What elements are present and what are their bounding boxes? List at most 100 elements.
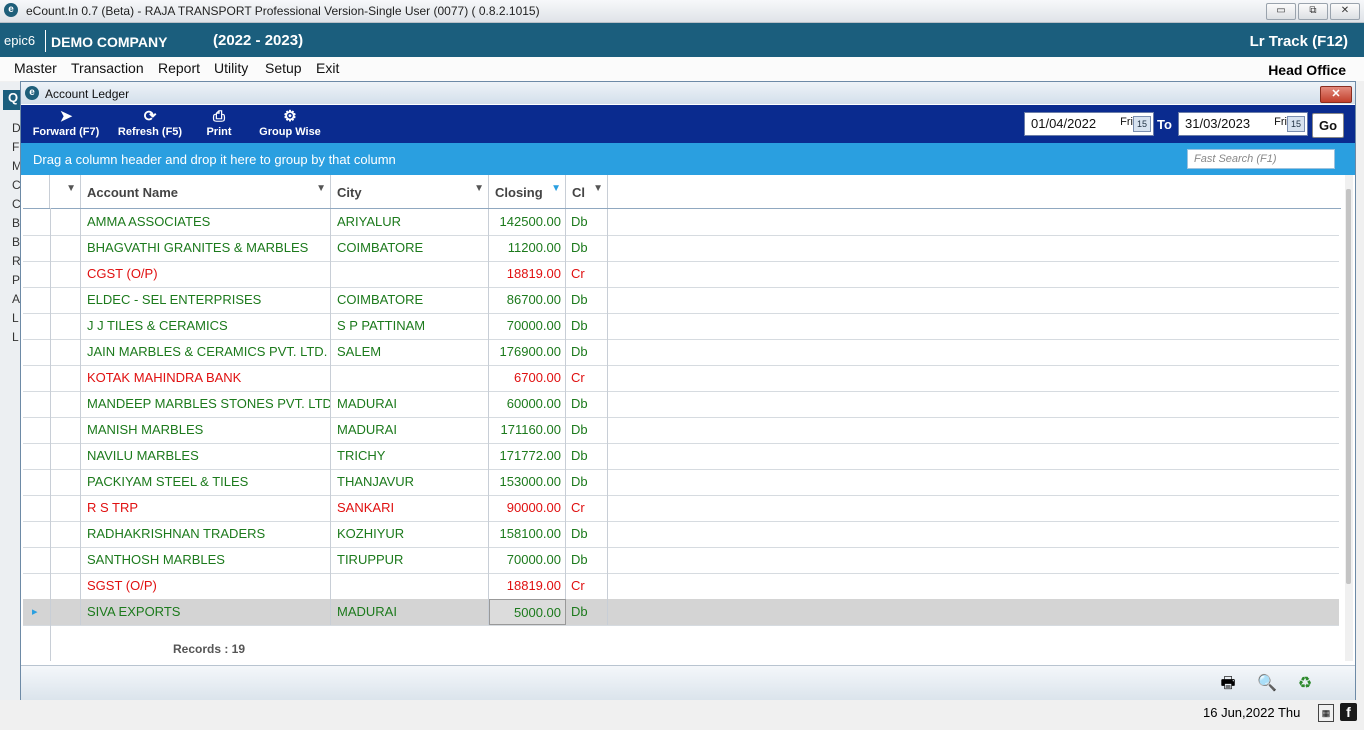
menu-setup[interactable]: Setup xyxy=(265,60,302,76)
grid-scrollbar[interactable] xyxy=(1345,175,1353,661)
menu-master[interactable]: Master xyxy=(14,60,57,76)
cell-cl[interactable]: Db xyxy=(566,235,608,261)
table-row[interactable]: BHAGVATHI GRANITES & MARBLES COIMBATORE 11… xyxy=(23,235,1339,262)
cell-city[interactable]: THANJAVUR xyxy=(331,469,489,495)
lr-track-link[interactable]: Lr Track (F12) xyxy=(1250,33,1348,50)
minimize-button[interactable]: ▭ xyxy=(1266,3,1296,20)
cell-city[interactable]: ARIYALUR xyxy=(331,209,489,235)
menu-exit[interactable]: Exit xyxy=(316,60,339,76)
cell-city[interactable]: S P PATTINAM xyxy=(331,313,489,339)
cell-city[interactable]: COIMBATORE xyxy=(331,287,489,313)
filter-icon[interactable]: ▼ xyxy=(593,183,603,194)
cell-city[interactable]: TIRUPPUR xyxy=(331,547,489,573)
cell-cl[interactable]: Db xyxy=(566,469,608,495)
cell-name[interactable]: R S TRP xyxy=(81,495,331,521)
filter-icon[interactable]: ▼ xyxy=(66,183,76,194)
cell-name[interactable]: KOTAK MAHINDRA BANK xyxy=(81,365,331,391)
refresh-button[interactable]: ⟳ Refresh (F5) xyxy=(115,108,185,138)
fast-search-input[interactable]: Fast Search (F1) xyxy=(1187,149,1335,169)
cell-name[interactable]: NAVILU MARBLES xyxy=(81,443,331,469)
calendar-icon[interactable]: 15 xyxy=(1287,116,1305,132)
left-item[interactable]: B xyxy=(12,216,20,230)
cell-name[interactable]: AMMA ASSOCIATES xyxy=(81,209,331,235)
table-row[interactable]: AMMA ASSOCIATES ARIYALUR 142500.00 Db xyxy=(23,209,1339,236)
cell-closing[interactable]: 158100.00 xyxy=(489,521,566,547)
col-cl[interactable]: Cl ▼ xyxy=(566,175,608,208)
cell-city[interactable]: SANKARI xyxy=(331,495,489,521)
left-item[interactable]: L xyxy=(12,330,19,344)
table-row[interactable]: KOTAK MAHINDRA BANK 6700.00 Cr xyxy=(23,365,1339,392)
cell-closing[interactable]: 142500.00 xyxy=(489,209,566,235)
menu-transaction[interactable]: Transaction xyxy=(71,60,144,76)
filter-icon[interactable]: ▼ xyxy=(551,183,561,194)
cell-name[interactable]: MANISH MARBLES xyxy=(81,417,331,443)
cell-city[interactable]: MADURAI xyxy=(331,599,489,625)
from-date-field[interactable]: 01/04/2022 Fri 15 xyxy=(1024,112,1154,136)
calendar-icon[interactable]: 15 xyxy=(1133,116,1151,132)
col-account-name[interactable]: Account Name ▼ xyxy=(81,175,331,208)
table-row[interactable]: J J TILES & CERAMICS S P PATTINAM 70000.00… xyxy=(23,313,1339,340)
cell-city[interactable] xyxy=(331,573,489,599)
cell-name[interactable]: ELDEC - SEL ENTERPRISES xyxy=(81,287,331,313)
table-row[interactable]: MANISH MARBLES MADURAI 171160.00 Db xyxy=(23,417,1339,444)
cell-city[interactable] xyxy=(331,365,489,391)
cell-cl[interactable]: Db xyxy=(566,443,608,469)
cell-city[interactable]: MADURAI xyxy=(331,417,489,443)
cell-closing[interactable]: 6700.00 xyxy=(489,365,566,391)
cell-closing[interactable]: 176900.00 xyxy=(489,339,566,365)
cell-name[interactable]: PACKIYAM STEEL & TILES xyxy=(81,469,331,495)
preview-icon[interactable]: 🔍 xyxy=(1256,674,1278,694)
table-row[interactable]: ▸ SIVA EXPORTS MADURAI 5000.00 Db xyxy=(23,599,1339,626)
left-item[interactable]: F xyxy=(12,140,19,154)
group-by-panel[interactable]: Drag a column header and drop it here to… xyxy=(21,143,1355,175)
group-wise-button[interactable]: ⚙ Group Wise xyxy=(257,108,323,138)
cell-cl[interactable]: Cr xyxy=(566,495,608,521)
cell-name[interactable]: SIVA EXPORTS xyxy=(81,599,331,625)
left-item[interactable]: A xyxy=(12,292,20,306)
go-button[interactable]: Go xyxy=(1312,113,1344,138)
scrollbar-thumb[interactable] xyxy=(1346,189,1351,584)
to-date-field[interactable]: 31/03/2023 Fri 15 xyxy=(1178,112,1308,136)
menu-report[interactable]: Report xyxy=(158,60,200,76)
table-row[interactable]: ELDEC - SEL ENTERPRISES COIMBATORE 86700.0… xyxy=(23,287,1339,314)
cell-closing[interactable]: 60000.00 xyxy=(489,391,566,417)
cell-closing[interactable]: 86700.00 xyxy=(489,287,566,313)
cell-closing[interactable]: 70000.00 xyxy=(489,547,566,573)
left-item[interactable]: B xyxy=(12,235,20,249)
cell-cl[interactable]: Db xyxy=(566,599,608,625)
facebook-icon[interactable]: f xyxy=(1340,703,1357,721)
ledger-close-button[interactable]: ✕ xyxy=(1320,86,1352,103)
table-row[interactable]: JAIN MARBLES & CERAMICS PVT. LTD. SALEM 17… xyxy=(23,339,1339,366)
cell-name[interactable]: MANDEEP MARBLES STONES PVT. LTD. xyxy=(81,391,331,417)
cell-city[interactable]: COIMBATORE xyxy=(331,235,489,261)
menu-utility[interactable]: Utility xyxy=(214,60,248,76)
table-row[interactable]: SANTHOSH MARBLES TIRUPPUR 70000.00 Db xyxy=(23,547,1339,574)
cell-name[interactable]: JAIN MARBLES & CERAMICS PVT. LTD. xyxy=(81,339,331,365)
cell-cl[interactable]: Cr xyxy=(566,365,608,391)
cell-closing[interactable]: 153000.00 xyxy=(489,469,566,495)
cell-city[interactable]: SALEM xyxy=(331,339,489,365)
table-row[interactable]: SGST (O/P) 18819.00 Cr xyxy=(23,573,1339,600)
cell-closing[interactable]: 18819.00 xyxy=(489,261,566,287)
cell-closing[interactable]: 171160.00 xyxy=(489,417,566,443)
table-row[interactable]: PACKIYAM STEEL & TILES THANJAVUR 153000.00… xyxy=(23,469,1339,496)
print-button[interactable]: ⎙ Print xyxy=(199,108,239,138)
cell-name[interactable]: RADHAKRISHNAN TRADERS xyxy=(81,521,331,547)
table-row[interactable]: RADHAKRISHNAN TRADERS KOZHIYUR 158100.00 Db xyxy=(23,521,1339,548)
excel-icon[interactable]: ♻ xyxy=(1294,674,1316,694)
cell-closing[interactable]: 18819.00 xyxy=(489,573,566,599)
cell-cl[interactable]: Db xyxy=(566,313,608,339)
left-item[interactable]: L xyxy=(12,311,19,325)
cell-city[interactable] xyxy=(331,261,489,287)
filter-icon[interactable]: ▼ xyxy=(316,183,326,194)
quick-tab[interactable]: Q xyxy=(3,90,21,110)
table-row[interactable]: NAVILU MARBLES TRICHY 171772.00 Db xyxy=(23,443,1339,470)
left-item[interactable]: P xyxy=(12,273,20,287)
cell-name[interactable]: J J TILES & CERAMICS xyxy=(81,313,331,339)
col-city[interactable]: City ▼ xyxy=(331,175,489,208)
cell-city[interactable]: KOZHIYUR xyxy=(331,521,489,547)
cell-cl[interactable]: Db xyxy=(566,209,608,235)
cell-closing[interactable]: 70000.00 xyxy=(489,313,566,339)
cell-closing[interactable]: 90000.00 xyxy=(489,495,566,521)
cell-cl[interactable]: Cr xyxy=(566,261,608,287)
